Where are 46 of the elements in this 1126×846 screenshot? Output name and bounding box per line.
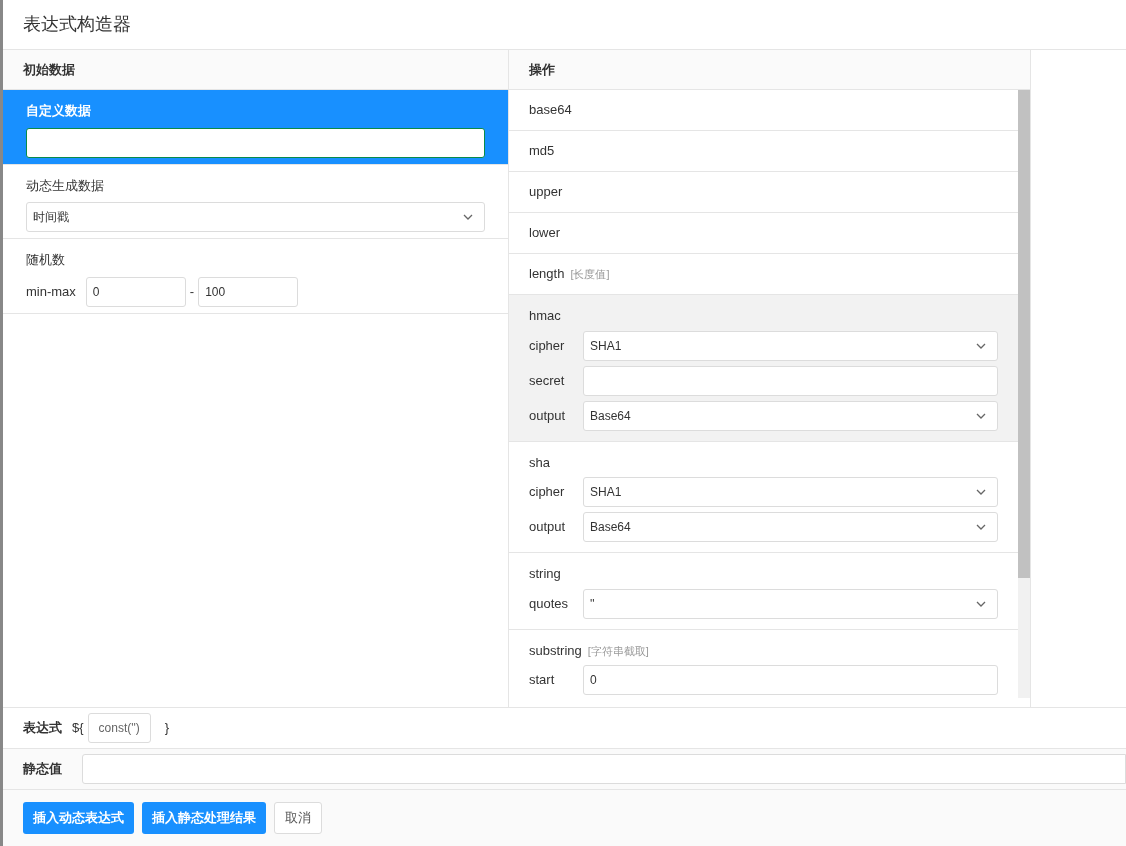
scrollbar-thumb[interactable]: [1018, 90, 1030, 578]
expression-suffix: }: [164, 719, 170, 738]
operation-hint: [长度值]: [570, 267, 610, 283]
operation-name: sha: [529, 453, 550, 472]
expression-chip[interactable]: const(''): [87, 713, 151, 743]
option-select[interactable]: SHA1: [583, 477, 998, 507]
option-select[interactable]: Base64: [583, 512, 998, 542]
operation-name: md5: [529, 142, 555, 161]
option-input[interactable]: 0: [583, 665, 998, 695]
dialog-button[interactable]: 取消: [274, 802, 322, 834]
expression-prefix: ${: [72, 719, 84, 738]
operation-name: upper: [529, 183, 563, 202]
option-select[interactable]: SHA1: [583, 330, 998, 361]
option-label: 随机数: [26, 251, 66, 269]
operation-name: substring: [529, 641, 582, 660]
operation-hint: [字符串截取]: [587, 643, 649, 659]
panel-heading: 初始数据: [23, 60, 75, 79]
option-select[interactable]: '': [583, 588, 998, 619]
field-label: output: [529, 406, 567, 425]
field-label: start: [529, 671, 556, 690]
dialog-title: 表达式构造器: [23, 13, 131, 36]
operation-name: base64: [529, 101, 572, 120]
expression-label: 表达式: [23, 719, 62, 738]
custom-data-input[interactable]: [26, 127, 485, 158]
field-label: quotes: [529, 594, 570, 613]
field-label: cipher: [529, 483, 566, 502]
operation-name: hmac: [529, 307, 561, 325]
max-input[interactable]: 100: [198, 276, 299, 307]
operation-item[interactable]: hmac cipher SHA1 secret output Base64: [509, 295, 1018, 442]
range-separator: -: [189, 282, 195, 301]
static-value-label: 静态值: [23, 760, 63, 779]
option-select[interactable]: Base64: [583, 400, 998, 431]
operation-name: string: [529, 565, 561, 583]
field-label: cipher: [529, 336, 566, 355]
range-label: min-max: [26, 282, 76, 301]
dynamic-data-select[interactable]: 时间戳: [26, 202, 485, 232]
static-value-input[interactable]: [82, 754, 1126, 784]
field-label: output: [529, 518, 567, 537]
field-label: secret: [529, 371, 566, 390]
operation-name: length: [529, 265, 565, 284]
option-input[interactable]: [583, 365, 998, 396]
min-input[interactable]: 0: [85, 276, 186, 307]
panel-heading: 操作: [529, 60, 555, 79]
operation-name: lower: [529, 224, 561, 243]
option-label: 动态生成数据: [26, 176, 105, 195]
option-label: 自定义数据: [26, 102, 92, 120]
